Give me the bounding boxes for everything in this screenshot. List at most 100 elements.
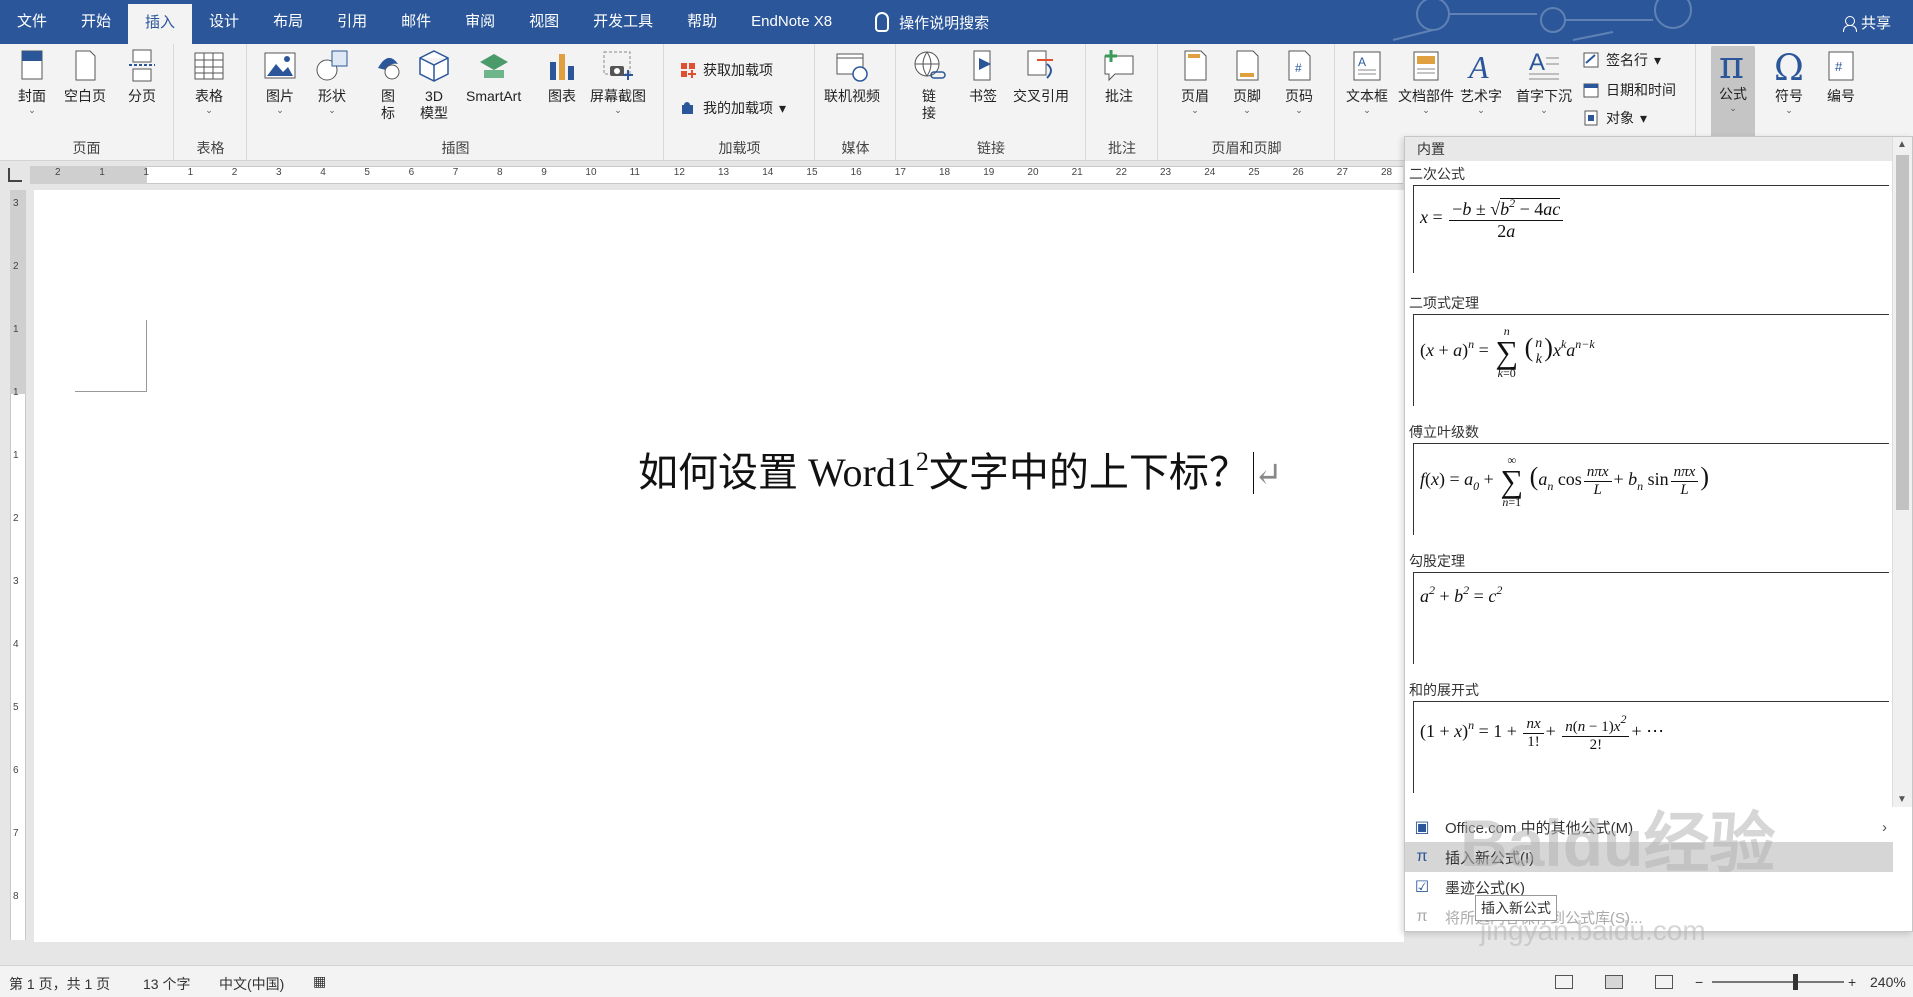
tab-layout[interactable]: 布局 bbox=[256, 0, 320, 44]
my-addins-icon bbox=[682, 102, 693, 114]
pictures-button[interactable]: 图片 ⌄ bbox=[262, 48, 298, 115]
tell-me-search[interactable]: 操作说明搜索 bbox=[849, 0, 989, 44]
zoom-slider-thumb[interactable] bbox=[1793, 974, 1798, 990]
equation-binomial[interactable]: 二项式定理 (x + a)n = n ∑ k=0 (n k)xkan−k bbox=[1405, 292, 1893, 406]
online-video-button[interactable]: 联机视频 bbox=[824, 48, 880, 105]
vertical-ruler[interactable]: 3 2 1 1 1 2 3 4 5 6 7 8 bbox=[4, 190, 30, 940]
screenshot-button[interactable]: 屏幕截图 ⌄ bbox=[590, 48, 646, 115]
smartart-button[interactable]: SmartArt bbox=[466, 48, 521, 105]
drop-cap-button[interactable]: A 首字下沉 ⌄ bbox=[1516, 48, 1572, 115]
picture-icon bbox=[264, 52, 296, 79]
equation-fourier[interactable]: 傅立叶级数 f(x) = a0 + ∞ ∑ n=1 (an cos nπx L + bn … bbox=[1405, 421, 1893, 535]
zoom-slider[interactable] bbox=[1712, 981, 1844, 983]
equation-title: 二项式定理 bbox=[1409, 295, 1479, 311]
tab-file[interactable]: 文件 bbox=[0, 0, 64, 44]
menu-insert-new-equation[interactable]: π 插入新公式(I) bbox=[1405, 842, 1893, 872]
table-button[interactable]: 表格 ⌄ bbox=[191, 48, 227, 115]
shapes-button[interactable]: 形状 ⌄ bbox=[314, 48, 350, 115]
comment-button[interactable]: 批注 bbox=[1101, 48, 1137, 105]
symbol-button[interactable]: Ω 符号 ⌄ bbox=[1771, 48, 1807, 115]
online-video-label: 联机视频 bbox=[824, 88, 880, 104]
document-paragraph[interactable]: 如何设置 Word12文字中的上下标？ ↵ bbox=[638, 440, 1282, 498]
icons-icon bbox=[378, 57, 400, 80]
wordart-icon: A bbox=[1467, 49, 1489, 84]
vruler-margin bbox=[10, 190, 26, 394]
ruler-number: 7 bbox=[452, 167, 459, 178]
signature-line-button[interactable]: 签名行 ▾ bbox=[1582, 50, 1661, 70]
tab-home[interactable]: 开始 bbox=[64, 0, 128, 44]
scroll-thumb[interactable] bbox=[1896, 155, 1909, 510]
ruler-number: 10 bbox=[585, 167, 597, 178]
zoom-out-icon[interactable]: − bbox=[1695, 974, 1703, 990]
group-media-label: 媒体 bbox=[841, 140, 870, 156]
get-addins-button[interactable]: 获取加载项 bbox=[679, 60, 773, 80]
blank-page-label: 空白页 bbox=[64, 88, 106, 104]
tab-mailings[interactable]: 邮件 bbox=[384, 0, 448, 44]
menu-office-label: Office.com 中的其他公式(M) bbox=[1445, 819, 1634, 837]
print-layout-icon[interactable] bbox=[1605, 975, 1623, 989]
cross-reference-button[interactable]: 交叉引用 bbox=[1013, 48, 1069, 105]
ruler-number: 25 bbox=[1248, 167, 1260, 178]
equation-quadratic[interactable]: 二次公式 x = −b ± √b2 − 4ac 2a bbox=[1405, 163, 1893, 273]
gallery-scrollbar[interactable]: ▲ ▼ bbox=[1892, 137, 1912, 807]
person-icon bbox=[1842, 15, 1857, 32]
zoom-level[interactable]: 240% bbox=[1870, 974, 1906, 990]
macro-record-icon[interactable]: ▦ bbox=[313, 973, 326, 990]
scroll-up-icon[interactable]: ▲ bbox=[1897, 139, 1907, 150]
ruler-number: 1 bbox=[187, 167, 194, 178]
screenshot-icon bbox=[603, 51, 633, 80]
tab-developer[interactable]: 开发工具 bbox=[576, 0, 670, 44]
chart-button[interactable]: 图表 bbox=[544, 48, 580, 105]
tab-insert[interactable]: 插入 bbox=[128, 4, 193, 44]
cover-page-button[interactable]: 封面 ⌄ bbox=[14, 48, 50, 115]
gallery-header: 内置 bbox=[1405, 137, 1893, 161]
document-page[interactable]: 如何设置 Word12文字中的上下标？ ↵ bbox=[34, 190, 1404, 942]
zoom-in-icon[interactable]: + bbox=[1848, 974, 1856, 990]
group-media: 联机视频 媒体 bbox=[816, 44, 896, 161]
textbox-button[interactable]: A 文本框 ⌄ bbox=[1346, 48, 1388, 115]
icons-button[interactable]: 图 标 bbox=[370, 48, 406, 122]
tab-endnote[interactable]: EndNote X8 bbox=[734, 0, 849, 44]
tab-review[interactable]: 审阅 bbox=[448, 0, 512, 44]
header-button[interactable]: 页眉 ⌄ bbox=[1177, 48, 1213, 115]
pi-icon: π bbox=[1719, 46, 1744, 82]
group-header-footer: 页眉 ⌄ 页脚 ⌄ # 页码 ⌄ 页眉和页脚 bbox=[1159, 44, 1335, 161]
status-bar: 第 1 页，共 1 页 13 个字 中文(中国) ▦ − + 240% bbox=[0, 965, 1913, 997]
wordart-button[interactable]: A 艺术字 ⌄ bbox=[1460, 48, 1502, 115]
word-count[interactable]: 13 个字 bbox=[143, 974, 190, 994]
group-addins: 获取加载项 我的加载项 ▾ 加载项 bbox=[665, 44, 815, 161]
tab-help[interactable]: 帮助 bbox=[670, 0, 734, 44]
footer-button[interactable]: 页脚 ⌄ bbox=[1229, 48, 1265, 115]
tab-references[interactable]: 引用 bbox=[320, 0, 384, 44]
doc-text-before: 如何设置 Word1 bbox=[638, 450, 916, 495]
object-button[interactable]: 对象 ▾ bbox=[1582, 108, 1647, 128]
link-label-1: 链 bbox=[922, 88, 936, 104]
page-number-button[interactable]: # 页码 ⌄ bbox=[1281, 48, 1317, 115]
equation-pythagorean[interactable]: 勾股定理 a2 + b2 = c2 bbox=[1405, 550, 1893, 664]
web-layout-icon[interactable] bbox=[1655, 975, 1673, 989]
date-time-button[interactable]: 日期和时间 bbox=[1582, 80, 1676, 100]
tab-design[interactable]: 设计 bbox=[192, 0, 256, 44]
language[interactable]: 中文(中国) bbox=[219, 974, 284, 994]
bookmark-button[interactable]: 书签 bbox=[965, 48, 1001, 105]
globe-link-icon bbox=[914, 51, 946, 79]
read-mode-icon[interactable] bbox=[1555, 975, 1573, 989]
link-button[interactable]: 链 接 bbox=[911, 48, 947, 122]
pi-icon: π bbox=[1416, 848, 1428, 865]
3d-models-button[interactable]: 3D 模型 bbox=[416, 48, 452, 122]
blank-page-button[interactable]: 空白页 bbox=[64, 48, 106, 105]
page-break-button[interactable]: 分页 bbox=[124, 48, 160, 105]
quick-parts-button[interactable]: 文档部件 ⌄ bbox=[1398, 48, 1454, 115]
menu-office-more-equations[interactable]: ▣ Office.com 中的其他公式(M) › bbox=[1405, 812, 1893, 842]
vruler-number: 1 bbox=[13, 450, 19, 461]
equation-sum-expansion[interactable]: 和的展开式 (1 + x)n = 1 + nx 1! + n(n − 1)x2 2! +… bbox=[1405, 679, 1893, 793]
scroll-down-icon[interactable]: ▼ bbox=[1897, 794, 1907, 805]
share-button[interactable]: 共享 bbox=[1842, 12, 1891, 33]
tab-view[interactable]: 视图 bbox=[512, 0, 576, 44]
horizontal-ruler[interactable]: 2 1 1 1 2 3 4 5 6 7 8 9 10 11 12 13 14 15 16 17 18 19 20 21 22 23… bbox=[0, 162, 1403, 188]
page-count[interactable]: 第 1 页，共 1 页 bbox=[9, 974, 110, 994]
tab-selector-icon[interactable] bbox=[8, 168, 22, 182]
chevron-right-icon: › bbox=[1882, 818, 1887, 836]
number-button[interactable]: # 编号 bbox=[1823, 48, 1859, 105]
my-addins-button[interactable]: 我的加载项 ▾ bbox=[679, 98, 786, 118]
